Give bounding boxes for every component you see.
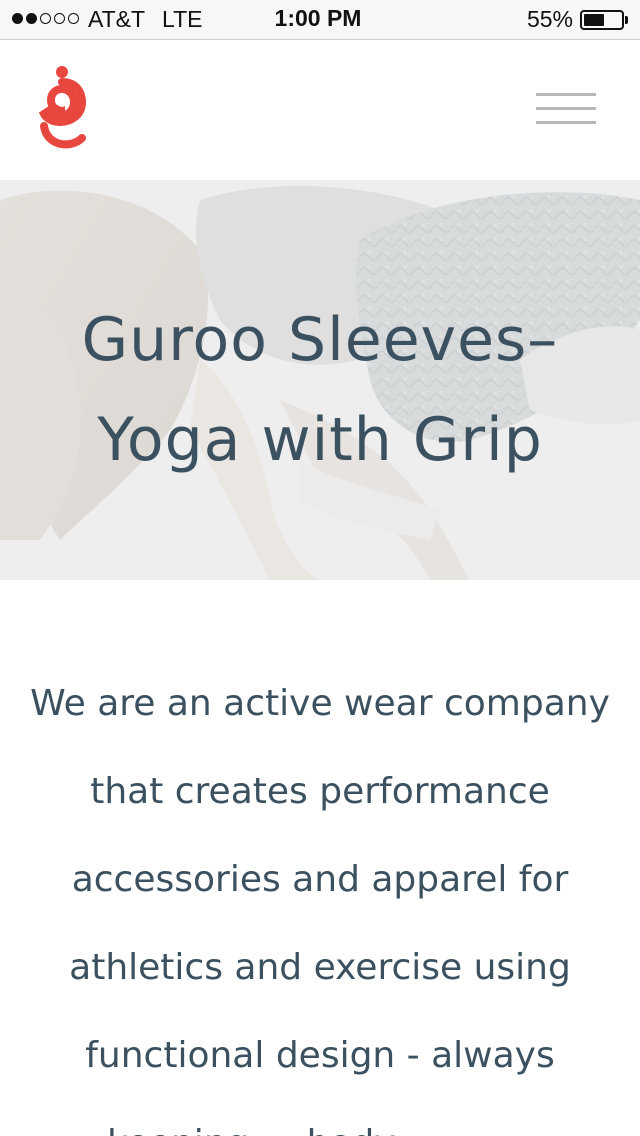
intro-line: We are an active wear company xyxy=(30,683,610,724)
mobile-screen: AT&T LTE 1:00 PM 55% Guroo Sleeves– Yoga… xyxy=(0,0,640,1136)
intro-line: that creates performance xyxy=(90,771,550,812)
battery-icon xyxy=(580,10,624,30)
battery-cap xyxy=(625,16,628,24)
hero-title: Guroo Sleeves– Yoga with Grip xyxy=(0,290,640,490)
site-header xyxy=(0,40,640,180)
intro-line: functional design - always xyxy=(85,1035,555,1076)
menu-line xyxy=(536,93,596,96)
intro-line: ... keeping ... body ... ... ... ... xyxy=(0,1100,640,1136)
battery-level-fill xyxy=(584,14,604,26)
hero-title-line: Yoga with Grip xyxy=(97,405,543,475)
status-bar: AT&T LTE 1:00 PM 55% xyxy=(0,0,640,40)
menu-line xyxy=(536,107,596,110)
intro-line: accessories and apparel for xyxy=(71,859,569,900)
hamburger-menu-icon[interactable] xyxy=(532,90,598,128)
hero-title-line: Guroo Sleeves– xyxy=(81,305,559,375)
guroo-g-logo-icon[interactable] xyxy=(36,64,88,150)
intro-line: athletics and exercise using xyxy=(69,947,571,988)
battery-percent: 55% xyxy=(526,6,573,32)
menu-line xyxy=(536,121,596,124)
hero-banner: Guroo Sleeves– Yoga with Grip xyxy=(0,180,640,580)
intro-paragraph: We are an active wear company that creat… xyxy=(0,660,640,1136)
